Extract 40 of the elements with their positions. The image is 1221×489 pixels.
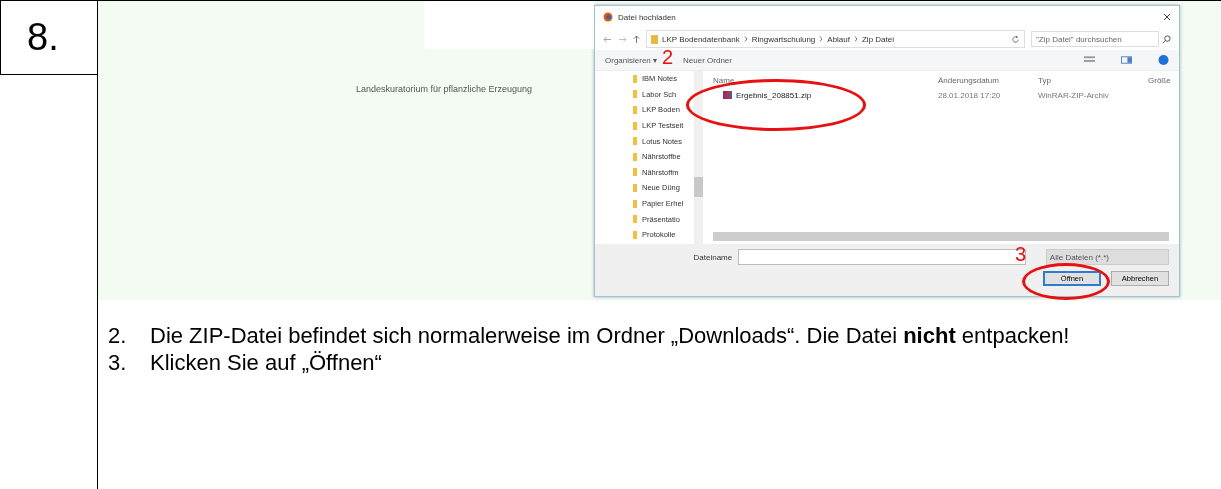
instruction-text: Die ZIP-Datei befindet sich normalerweise im Ordner „Downloads“. Die Datei nicht entpacken!	[150, 322, 1071, 349]
annotation-number: 3	[1015, 244, 1027, 264]
step-number: 8.	[0, 1, 97, 75]
browser-logo-icon	[603, 12, 613, 22]
file-row[interactable]: Ergebnis_208851.zip 28.01.2018 17:20 WinRAR-ZIP-Archiv	[703, 87, 1179, 103]
chevron-icon	[819, 36, 824, 42]
address-bar[interactable]: LKP Bodendatenbank Ringwartschulung Ablauf Zip Datei	[646, 30, 1025, 48]
folder-icon	[651, 34, 658, 44]
refresh-icon[interactable]	[1011, 34, 1020, 44]
column-header[interactable]: Änderungsdatum	[938, 75, 1038, 85]
breadcrumb-item[interactable]: Zip Datei	[862, 34, 894, 44]
search-icon[interactable]	[1162, 34, 1171, 44]
toolbar-button[interactable]: Organisieren ▾	[605, 55, 658, 65]
dialog-title: Datei hochladen	[618, 12, 677, 22]
column-header[interactable]: Typ	[1038, 75, 1148, 85]
preview-pane-icon[interactable]	[1121, 55, 1132, 65]
chevron-icon	[743, 36, 748, 42]
up-icon[interactable]	[633, 34, 640, 44]
view-icon[interactable]	[1084, 55, 1095, 65]
list-number: 3.	[108, 349, 128, 376]
breadcrumb-item[interactable]: Ablauf	[827, 34, 850, 44]
breadcrumb-item[interactable]: Ringwartschulung	[751, 34, 816, 44]
column-header[interactable]: Name	[703, 75, 938, 85]
annotation-number: 2	[662, 47, 674, 67]
search-field[interactable]: "Zip Datei" durchsuchen	[1031, 31, 1159, 47]
back-icon[interactable]	[603, 35, 612, 43]
page-caption: Landeskuratorium für pflanzliche Erzeugung	[356, 84, 533, 94]
breadcrumb-item[interactable]: LKP Bodendatenbank	[662, 34, 740, 44]
help-icon[interactable]	[1158, 55, 1169, 65]
filename-label: Dateiname	[692, 252, 733, 262]
vertical-scrollbar[interactable]	[694, 71, 703, 244]
list-number: 2.	[108, 322, 128, 349]
close-icon[interactable]	[1163, 13, 1171, 21]
column-header[interactable]: Größe	[1148, 75, 1178, 85]
chevron-icon	[854, 36, 858, 42]
filename-field[interactable]	[738, 249, 1026, 265]
horizontal-scrollbar[interactable]	[713, 232, 1169, 241]
file-type-dropdown[interactable]: Alle Dateien (*.*)	[1045, 249, 1169, 265]
toolbar-button[interactable]: Neuer Ordner	[683, 55, 732, 65]
instruction-text: Klicken Sie auf „Öffnen“	[150, 349, 383, 376]
